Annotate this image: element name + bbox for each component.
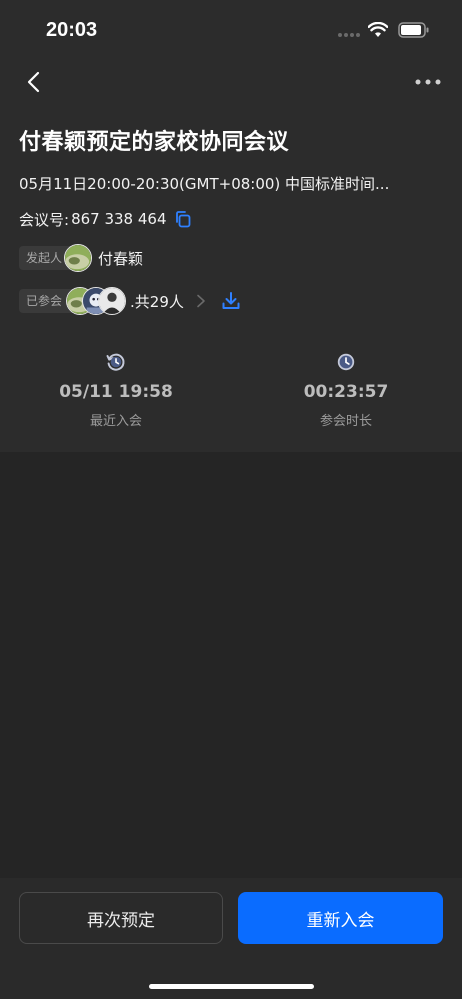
duration-label: 参会时长 — [319, 414, 372, 429]
host-name: 付春颖 — [98, 249, 144, 268]
status-bar: 20:03 — [0, 0, 462, 60]
duration-value: 00:23:57 — [303, 382, 389, 402]
rejoin-button[interactable]: 重新入会 — [238, 892, 443, 944]
stat-recent-join: 05/11 19:58 最近入会 — [36, 352, 196, 429]
cellular-signal-icon — [338, 33, 364, 39]
history-clock-icon — [106, 353, 125, 371]
back-arrow-icon[interactable] — [24, 70, 44, 94]
host-avatar — [64, 244, 93, 272]
meeting-title: 付春颖预定的家校协同会议 — [19, 130, 290, 155]
meeting-id-label: 会议号: — [19, 210, 70, 229]
home-indicator — [149, 984, 314, 989]
status-time: 20:03 — [46, 19, 98, 41]
recent-join-label: 最近入会 — [89, 414, 142, 429]
nav-bar — [0, 60, 462, 104]
host-row: 发起人 付春颖 — [19, 243, 143, 273]
clock-icon — [337, 353, 355, 371]
chevron-right-icon[interactable] — [196, 294, 206, 308]
download-icon[interactable] — [220, 290, 242, 312]
participants-count: .共29人 — [130, 292, 184, 311]
more-options-icon[interactable] — [414, 78, 442, 86]
wifi-icon — [368, 22, 388, 37]
stat-duration: 00:23:57 参会时长 — [266, 352, 426, 429]
participants-row[interactable]: 已参会 .共29人 — [19, 286, 242, 316]
meeting-id-value: 867 338 464 — [71, 210, 167, 228]
participant-avatar — [98, 287, 127, 315]
meeting-id-row: 会议号: 867 338 464 — [19, 208, 192, 230]
copy-icon[interactable] — [174, 210, 192, 228]
rebook-button[interactable]: 再次预定 — [19, 892, 223, 944]
bottom-action-bar: 再次预定 重新入会 — [0, 878, 462, 999]
recent-join-value: 05/11 19:58 — [59, 382, 173, 402]
battery-icon — [398, 22, 429, 38]
meeting-time-range: 05月11日20:00-20:30(GMT+08:00) 中国标准时间... — [19, 175, 390, 193]
